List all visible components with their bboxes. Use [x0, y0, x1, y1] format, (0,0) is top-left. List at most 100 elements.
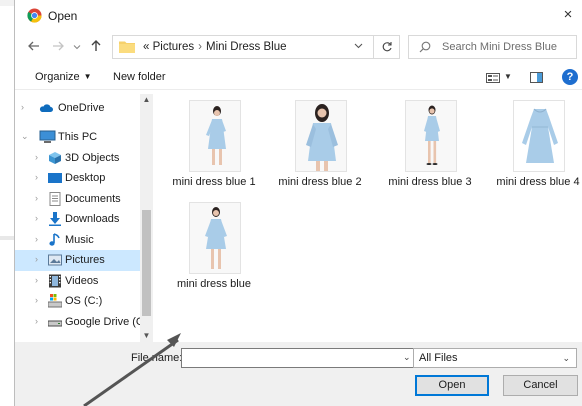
file-name: mini dress blue 2	[278, 176, 362, 188]
download-icon	[49, 212, 61, 226]
expand-chevron-icon[interactable]: ›	[35, 316, 38, 326]
file-type-select[interactable]: All Files ⌄	[413, 348, 577, 368]
drive-icon	[48, 320, 62, 327]
close-button[interactable]: ×	[553, 2, 582, 28]
sidebar-item-documents[interactable]: › Documents	[15, 189, 143, 210]
sidebar-item-label: 3D Objects	[65, 152, 120, 164]
dialog-title: Open	[48, 9, 78, 23]
file-item[interactable]: mini dress blue 2	[271, 94, 369, 194]
sidebar-item-this-pc[interactable]: ⌄ This PC	[15, 127, 143, 148]
file-name: mini dress blue 3	[388, 176, 472, 188]
file-name: mini dress blue 1	[172, 176, 256, 188]
breadcrumb-separator: ›	[198, 41, 202, 53]
image-thumbnail	[513, 100, 565, 172]
expand-chevron-icon[interactable]: ›	[35, 295, 38, 305]
chrome-icon	[27, 8, 42, 23]
dress-photo-icon	[296, 101, 346, 171]
sidebar-item-os-c[interactable]: › OS (C:)	[15, 291, 143, 312]
music-icon	[49, 233, 60, 246]
desktop-icon	[48, 173, 62, 183]
expand-chevron-icon[interactable]: ›	[21, 102, 24, 112]
sidebar-item-label: Google Drive (G:	[65, 316, 141, 328]
cancel-button[interactable]: Cancel	[503, 375, 578, 396]
search-box[interactable]: Search Mini Dress Blue	[408, 35, 577, 59]
sidebar-item-label: This PC	[58, 131, 98, 143]
view-options-icon[interactable]	[486, 73, 500, 83]
arrow-right-icon	[53, 41, 64, 51]
dress-photo-icon	[514, 101, 564, 171]
sidebar-item-onedrive[interactable]: › OneDrive	[15, 98, 143, 119]
expand-chevron-icon[interactable]: ›	[35, 172, 38, 182]
scroll-up-icon[interactable]: ▲	[140, 94, 153, 106]
preview-pane-icon[interactable]	[530, 72, 543, 83]
dress-photo-icon	[190, 203, 240, 273]
sidebar-item-label: Desktop	[65, 172, 106, 184]
expand-chevron-icon[interactable]: ›	[35, 275, 38, 285]
refresh-icon	[382, 42, 392, 52]
organize-button[interactable]: Organize ▼	[35, 71, 92, 83]
refresh-button[interactable]	[374, 35, 400, 59]
forward-button[interactable]	[49, 38, 67, 58]
dress-photo-icon	[406, 101, 456, 171]
scroll-down-icon[interactable]: ▼	[140, 330, 153, 342]
help-icon[interactable]: ?	[562, 69, 578, 85]
address-bar[interactable]: « Pictures › Mini Dress Blue	[112, 35, 374, 59]
collapse-chevron-icon[interactable]: ⌄	[21, 131, 29, 142]
file-type-value: All Files	[419, 352, 458, 364]
file-list: mini dress blue 1 mini dress blue 2 mini…	[157, 92, 582, 342]
sidebar-item-label: Videos	[65, 275, 99, 287]
expand-chevron-icon[interactable]: ›	[35, 254, 38, 264]
sidebar-item-label: Documents	[65, 193, 121, 205]
organize-label: Organize	[35, 71, 80, 83]
background-page-strip	[0, 236, 14, 240]
file-name-label: File name:	[131, 352, 183, 364]
navigation-scrollbar[interactable]: ▲ ▼	[140, 94, 153, 344]
chevron-down-icon[interactable]: ⌄	[403, 352, 411, 363]
dress-photo-icon	[190, 101, 240, 171]
expand-chevron-icon[interactable]: ›	[35, 152, 38, 162]
expand-chevron-icon[interactable]: ›	[35, 213, 38, 223]
breadcrumb-pictures[interactable]: Pictures	[153, 41, 195, 53]
file-name-input[interactable]	[181, 348, 418, 368]
expand-chevron-icon[interactable]: ›	[35, 234, 38, 244]
image-thumbnail	[295, 100, 347, 172]
sidebar-item-music[interactable]: › Music	[15, 230, 143, 251]
open-button[interactable]: Open	[415, 375, 489, 396]
folder-icon	[119, 41, 135, 53]
file-item[interactable]: mini dress blue 4	[489, 94, 582, 194]
recent-locations-button[interactable]	[71, 38, 83, 58]
file-item[interactable]: mini dress blue	[165, 196, 263, 296]
view-dropdown-icon[interactable]: ▼	[504, 72, 512, 81]
breadcrumb-overflow[interactable]: «	[143, 41, 149, 53]
scrollbar-thumb[interactable]	[142, 210, 151, 316]
chevron-down-icon: ⌄	[562, 353, 570, 363]
new-folder-button[interactable]: New folder	[113, 71, 166, 83]
image-thumbnail	[189, 202, 241, 274]
search-icon	[419, 41, 431, 53]
caret-down-icon: ▼	[83, 72, 92, 81]
cube-icon	[49, 152, 61, 164]
sidebar-item-3d-objects[interactable]: › 3D Objects	[15, 148, 143, 169]
chevron-down-icon	[354, 43, 362, 49]
file-item[interactable]: mini dress blue 1	[165, 94, 263, 194]
up-button[interactable]	[87, 38, 105, 58]
drive-icon	[48, 294, 62, 308]
sidebar-item-desktop[interactable]: › Desktop	[15, 168, 143, 189]
title-bar: Open ×	[15, 0, 582, 30]
sidebar-item-downloads[interactable]: › Downloads	[15, 209, 143, 230]
breadcrumb: « Pictures › Mini Dress Blue	[143, 41, 287, 53]
chevron-down-icon	[73, 45, 81, 50]
open-file-dialog: Open × « Pictures › Mini Dress Blue Sear…	[14, 0, 582, 406]
address-dropdown-button[interactable]	[351, 39, 365, 55]
sidebar-item-google-drive[interactable]: › Google Drive (G:	[15, 312, 141, 333]
file-item[interactable]: mini dress blue 3	[381, 94, 479, 194]
sidebar-item-videos[interactable]: › Videos	[15, 271, 143, 292]
sidebar-item-pictures[interactable]: › Pictures	[15, 250, 143, 271]
image-thumbnail	[189, 100, 241, 172]
sidebar-item-label: OS (C:)	[65, 295, 103, 307]
back-button[interactable]	[25, 38, 43, 58]
expand-chevron-icon[interactable]: ›	[35, 193, 38, 203]
film-icon	[49, 274, 61, 288]
breadcrumb-mini-dress-blue[interactable]: Mini Dress Blue	[206, 41, 287, 53]
arrow-left-icon	[28, 41, 39, 51]
